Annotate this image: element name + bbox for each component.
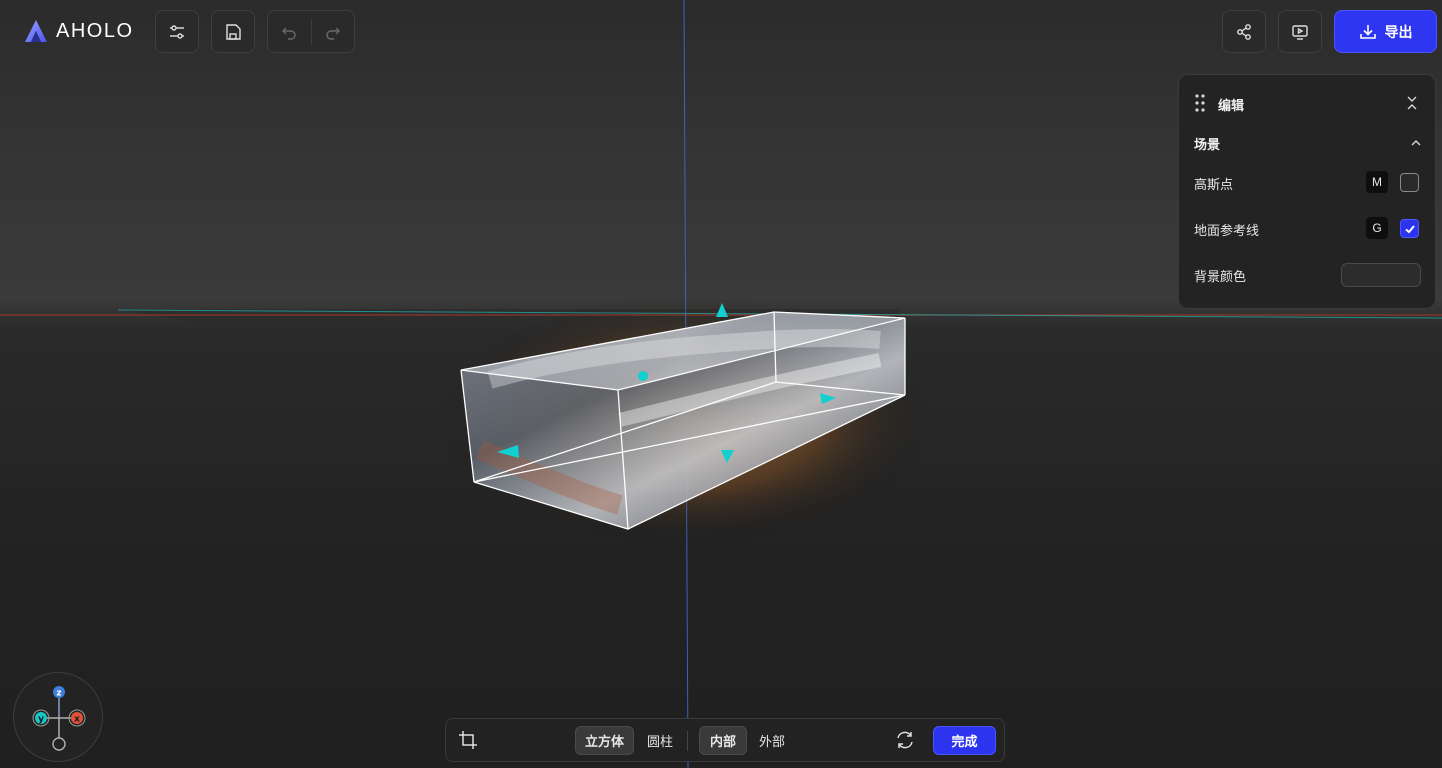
history-controls <box>267 10 355 53</box>
mode-inner-button[interactable]: 内部 <box>699 726 747 755</box>
save-button[interactable] <box>211 10 255 53</box>
scene-section-header[interactable]: 场景 <box>1194 133 1422 153</box>
presentation-button[interactable] <box>1278 10 1322 53</box>
background-color-row: 背景颜色 <box>1194 263 1422 287</box>
ground-grid-row: 地面参考线 G <box>1194 217 1422 241</box>
download-icon <box>1359 24 1376 39</box>
redo-button[interactable] <box>311 11 354 52</box>
drag-handle-icon[interactable] <box>1195 94 1205 112</box>
undo-button[interactable] <box>268 11 311 52</box>
app-name: AHOLO <box>56 19 134 42</box>
chevron-up-icon <box>1411 140 1421 146</box>
undo-icon <box>282 27 296 40</box>
export-label: 导出 <box>1384 24 1413 41</box>
crop-toolbar: 立方体 圆柱 内部 外部 完成 <box>445 718 1005 762</box>
y-label: y <box>38 715 44 725</box>
row-label: 地面参考线 <box>1194 223 1260 239</box>
redo-icon <box>326 27 340 40</box>
shape-cylinder-button[interactable]: 圆柱 <box>636 726 684 755</box>
presentation-icon <box>1292 24 1308 40</box>
x-label: x <box>74 715 80 725</box>
z-label: z <box>56 689 61 699</box>
aholo-logo-icon <box>25 20 47 42</box>
row-label: 背景颜色 <box>1194 269 1247 285</box>
row-label: 高斯点 <box>1194 177 1234 193</box>
shortcut-badge: G <box>1366 217 1388 239</box>
export-button[interactable]: 导出 <box>1334 10 1437 53</box>
background-color-picker[interactable] <box>1341 263 1421 287</box>
sliders-icon <box>170 24 184 39</box>
edit-panel: 编辑 场景 高斯点 M 地面参考线 G 背景颜色 <box>1178 74 1436 309</box>
done-button[interactable]: 完成 <box>933 726 996 755</box>
gaussian-points-row: 高斯点 M <box>1194 171 1422 195</box>
panel-header: 编辑 <box>1179 89 1435 117</box>
negative-z-icon <box>52 737 66 751</box>
collapse-panel-icon[interactable] <box>1405 95 1419 111</box>
filter-button[interactable] <box>155 10 199 53</box>
save-icon <box>226 23 241 40</box>
checkmark-icon <box>1404 224 1415 233</box>
ground-grid-checkbox[interactable] <box>1400 219 1419 238</box>
share-icon <box>1237 23 1251 40</box>
mode-outer-button[interactable]: 外部 <box>748 726 796 755</box>
crop-icon[interactable] <box>458 730 478 750</box>
share-button[interactable] <box>1222 10 1266 53</box>
axis-gizmo[interactable]: z y x <box>13 672 103 762</box>
reset-icon[interactable] <box>894 729 916 751</box>
handle-back <box>638 371 648 381</box>
gaussian-points-checkbox[interactable] <box>1400 173 1419 192</box>
shape-cube-button[interactable]: 立方体 <box>575 726 634 755</box>
section-title: 场景 <box>1194 137 1221 153</box>
app-logo[interactable]: AHOLO <box>24 17 134 45</box>
panel-title: 编辑 <box>1218 99 1245 114</box>
divider <box>687 731 688 751</box>
shortcut-badge: M <box>1366 171 1388 193</box>
